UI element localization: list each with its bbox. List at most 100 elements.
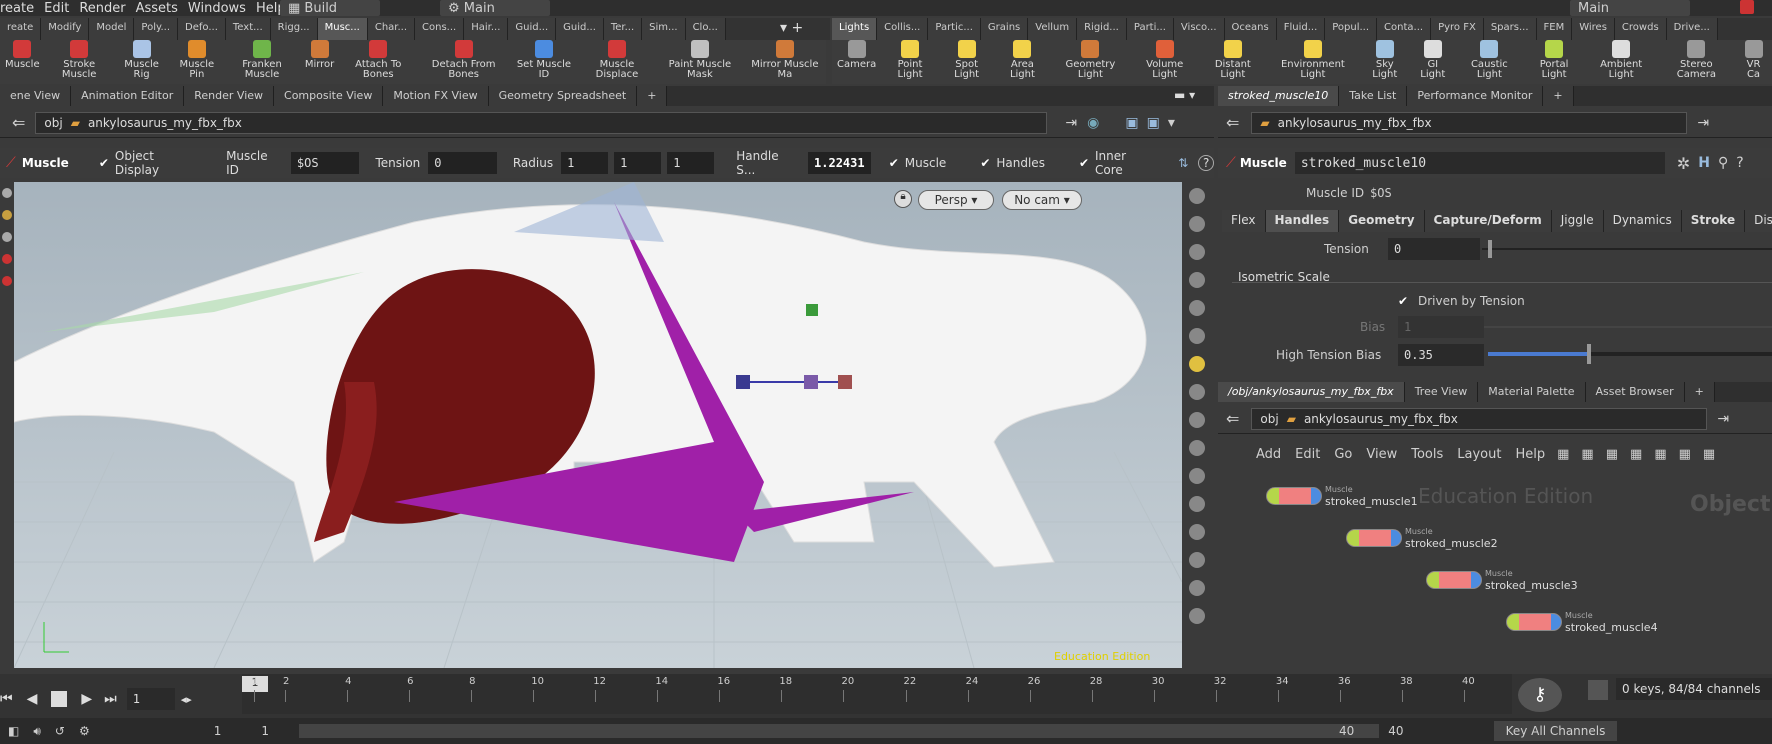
network-node[interactable]: Muscle stroked_muscle4	[1506, 610, 1658, 634]
add-tab-icon[interactable]: +	[1543, 86, 1574, 106]
display-option-icon-11[interactable]	[1189, 496, 1205, 512]
persp-menu[interactable]: Persp ▾	[918, 190, 994, 210]
shelf-tab[interactable]: reate	[0, 18, 42, 40]
network-menu-item[interactable]: View	[1366, 447, 1397, 462]
info-icon[interactable]: ?	[1736, 155, 1743, 171]
network-node[interactable]: Muscle stroked_muscle2	[1346, 526, 1498, 550]
image-icon[interactable]: ▦	[1679, 447, 1691, 462]
shelf-tool[interactable]: Muscle Displace	[578, 40, 656, 84]
shelf-tool[interactable]: Ambient Light	[1585, 40, 1658, 84]
range-slider[interactable]	[299, 724, 1380, 738]
shelf-tool[interactable]: GI Light	[1410, 40, 1455, 84]
display-option-icon-4[interactable]	[1189, 272, 1205, 288]
wrench-icon[interactable]: ▦	[1557, 447, 1569, 462]
net-path-node[interactable]: ankylosaurus_my_fbx_fbx	[1304, 412, 1458, 426]
network-menu-item[interactable]: Tools	[1411, 447, 1443, 462]
handles-check[interactable]: ✔	[980, 156, 990, 170]
param-tab[interactable]: Geometry	[1339, 210, 1425, 232]
shelf-tab[interactable]: Pyro FX	[1431, 18, 1484, 40]
shelf-tool[interactable]: Caustic Light	[1455, 40, 1523, 84]
shelf-tool[interactable]: VR Ca	[1735, 40, 1772, 84]
shelf-tab[interactable]: Char...	[367, 18, 416, 40]
palette-icon[interactable]: ▦	[1630, 447, 1642, 462]
more-icon[interactable]: ▦	[1703, 447, 1715, 462]
shelf-tool[interactable]: Stereo Camera	[1658, 40, 1735, 84]
shelf-tool[interactable]: Geometry Light	[1050, 40, 1130, 84]
shelf-tab[interactable]: Drive...	[1666, 18, 1718, 40]
shelf-tab[interactable]: Spars...	[1483, 18, 1537, 40]
display-option-icon-12[interactable]	[1189, 524, 1205, 540]
shelf-tool[interactable]: Detach From Bones	[417, 40, 510, 84]
display-option-icon-13[interactable]	[1189, 552, 1205, 568]
select-tool-icon[interactable]	[2, 188, 12, 198]
shelf-tab[interactable]: Wires	[1572, 18, 1615, 40]
rotate-tool-icon[interactable]	[2, 232, 12, 242]
shelf-tool[interactable]: Environment Light	[1267, 40, 1360, 84]
shelf-tool[interactable]: Franken Muscle	[224, 40, 300, 84]
shelf-tab[interactable]: Modify	[41, 18, 90, 40]
node-name-field[interactable]: stroked_muscle10	[1294, 152, 1665, 174]
stop-icon[interactable]	[51, 691, 68, 707]
shelf-tool[interactable]: Portal Light	[1524, 40, 1585, 84]
right-path-node[interactable]: ankylosaurus_my_fbx_fbx	[1278, 116, 1432, 130]
display-option-icon-5[interactable]	[1189, 300, 1205, 316]
htb-slider-handle[interactable]	[1587, 344, 1592, 364]
back-arrow-icon[interactable]: ⇐	[12, 113, 25, 132]
network-menu-item[interactable]: Help	[1515, 447, 1545, 462]
shelf-tab[interactable]: Oceans	[1224, 18, 1277, 40]
shelf-tab[interactable]: Poly...	[134, 18, 179, 40]
tension-slider[interactable]	[1482, 248, 1772, 250]
shelf-tool[interactable]: Attach To Bones	[339, 40, 417, 84]
shelf-tab[interactable]: FEM	[1536, 18, 1573, 40]
menu-render[interactable]: Render	[79, 1, 125, 16]
pane-tab[interactable]: Composite View	[274, 86, 384, 106]
shelf-tool[interactable]: Muscle Pin	[169, 40, 224, 84]
main-selector-right[interactable]: Main	[1570, 0, 1690, 16]
menu-create[interactable]: reate	[0, 1, 34, 16]
shelf-tool[interactable]: Stroke Muscle	[45, 40, 114, 84]
shelf-tab[interactable]: Musc...	[317, 18, 368, 40]
right-path-field[interactable]: ▰ ankylosaurus_my_fbx_fbx	[1251, 111, 1688, 134]
realtime-icon[interactable]: ◧	[8, 724, 19, 738]
shelf-tool[interactable]: Distant Light	[1199, 40, 1267, 84]
main-selector[interactable]: ⚙ Main	[440, 0, 550, 16]
pane-tab[interactable]: Tree View	[1404, 382, 1479, 402]
param-tab[interactable]: Jiggle	[1551, 210, 1604, 232]
network-menu-item[interactable]: Layout	[1457, 447, 1501, 462]
shelf-tab[interactable]: Rigid...	[1077, 18, 1127, 40]
shelf-tab[interactable]: Clo...	[685, 18, 726, 40]
shelf-tool[interactable]: Muscle	[0, 40, 45, 84]
param-tab[interactable]: Dynamics	[1603, 210, 1682, 232]
bias-field[interactable]: 1	[1398, 316, 1484, 338]
inner-core-check[interactable]: ✔	[1079, 156, 1089, 170]
radius-field-1[interactable]: 1	[561, 152, 609, 174]
display-option-icon-8[interactable]	[1189, 412, 1205, 428]
skip-forward-icon[interactable]: ⏭	[104, 691, 117, 707]
key-icon[interactable]: ⚷	[1518, 678, 1562, 712]
shelf-tab[interactable]: Collis...	[877, 18, 929, 40]
display-option-icon-2[interactable]	[1189, 216, 1205, 232]
display-option-icon-10[interactable]	[1189, 468, 1205, 484]
pane-tab[interactable]: Performance Monitor	[1407, 86, 1544, 106]
display-option-icon-15[interactable]	[1189, 608, 1205, 624]
pane-tab[interactable]: Motion FX View	[383, 86, 489, 106]
network-path-field[interactable]: obj ▰ ankylosaurus_my_fbx_fbx	[1251, 407, 1708, 430]
net-context[interactable]: obj	[1260, 412, 1278, 426]
shelf-tab[interactable]: Fluid...	[1276, 18, 1326, 40]
shelf-tab[interactable]: Crowds	[1614, 18, 1667, 40]
network-menu-item[interactable]: Go	[1334, 447, 1352, 462]
shelf-tool[interactable]: Camera	[832, 40, 881, 84]
handle-size-field[interactable]: 1.22431	[808, 152, 871, 174]
light-icon[interactable]	[1189, 356, 1205, 372]
range-end[interactable]: 40	[1339, 724, 1354, 738]
pane-tab[interactable]: Material Palette	[1478, 382, 1586, 402]
pane-tab[interactable]: ene View	[0, 86, 72, 106]
display-option-icon-9[interactable]	[1189, 440, 1205, 456]
key-all-channels-button[interactable]: Key All Channels	[1493, 721, 1618, 741]
shelf-tab[interactable]: Cons...	[415, 18, 465, 40]
lock-icon[interactable]: 🔒︎	[894, 190, 912, 208]
pane-tab[interactable]: Asset Browser	[1585, 382, 1685, 402]
network-menu-item[interactable]: Add	[1256, 447, 1281, 462]
settings-icon[interactable]: ⚙	[79, 724, 90, 738]
help-h-icon[interactable]: H	[1698, 155, 1710, 171]
